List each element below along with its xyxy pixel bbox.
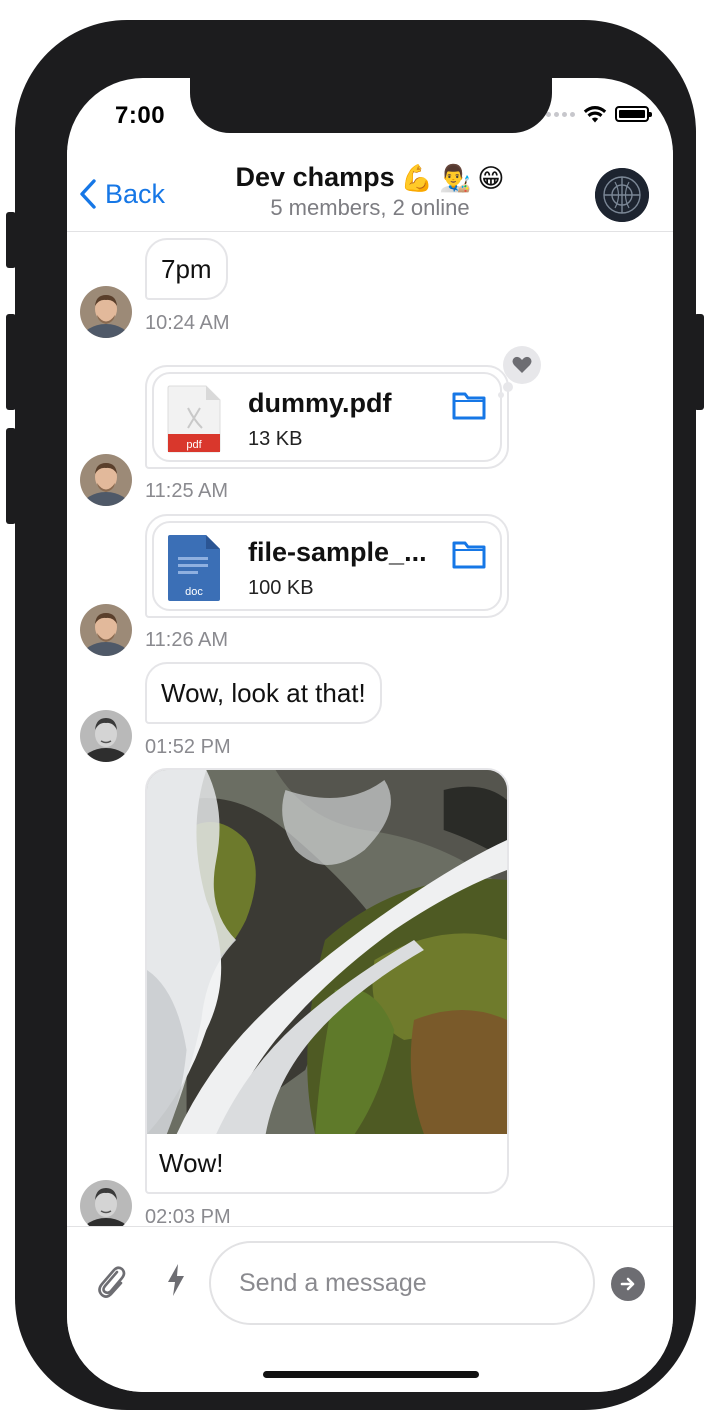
avatar-photo: [80, 710, 132, 762]
send-button[interactable]: [611, 1267, 645, 1301]
file-size: 100 KB: [248, 577, 314, 599]
channel-logo-icon: [595, 168, 649, 222]
message-input[interactable]: [209, 1241, 595, 1325]
message-timestamp: 01:52 PM: [145, 736, 231, 758]
emoji-grinning-face: 😁: [477, 162, 505, 193]
emoji-flexed-biceps: 💪: [400, 162, 433, 193]
arrow-right-icon: [620, 1277, 635, 1291]
title-block[interactable]: Dev champs 💪 👨‍🎨 😁 5 members, 2 online: [167, 162, 573, 221]
message-text: Wow, look at that!: [161, 677, 366, 708]
avatar[interactable]: [80, 710, 132, 762]
status-time: 7:00: [115, 102, 166, 129]
paperclip-icon[interactable]: [95, 1263, 127, 1299]
chat-title: Dev champs 💪 👨‍🎨 😁: [167, 162, 573, 193]
avatar-photo: [80, 286, 132, 338]
file-attachment-inner: doc file-sample_... 100 KB: [152, 521, 502, 611]
chevron-left-icon: [80, 179, 96, 209]
message-list[interactable]: 7pm 10:24 AM pdf dummy.pdf 13 KB 11:25 A…: [67, 232, 673, 1226]
file-name: dummy.pdf: [248, 388, 392, 418]
message-bubble[interactable]: 7pm: [145, 238, 228, 300]
file-attachment[interactable]: pdf dummy.pdf 13 KB: [145, 365, 509, 469]
chat-header: Back Dev champs 💪 👨‍🎨 😁 5 members, 2 onl…: [67, 150, 673, 232]
message-timestamp: 10:24 AM: [145, 312, 230, 334]
avatar[interactable]: [80, 604, 132, 656]
avatar[interactable]: [80, 454, 132, 506]
message-timestamp: 11:26 AM: [145, 629, 229, 651]
file-size: 13 KB: [248, 428, 303, 450]
notch: [190, 78, 552, 133]
avatar-photo: [80, 454, 132, 506]
folder-icon[interactable]: [452, 390, 486, 420]
reaction-tail: [503, 382, 513, 392]
message-text: 7pm: [161, 253, 212, 284]
emoji-artist: 👨‍🎨: [438, 162, 472, 193]
file-attachment[interactable]: doc file-sample_... 100 KB: [145, 514, 509, 618]
doc-label-icon: doc: [185, 586, 203, 598]
file-name: file-sample_...: [248, 537, 427, 567]
image-caption: Wow!: [159, 1148, 224, 1178]
message-bubble[interactable]: Wow, look at that!: [145, 662, 382, 724]
image-attachment[interactable]: Wow!: [145, 768, 509, 1194]
reaction-bubble[interactable]: [503, 346, 541, 384]
file-attachment-inner: pdf dummy.pdf 13 KB: [152, 372, 502, 462]
chat-subtitle: 5 members, 2 online: [270, 195, 470, 220]
chat-title-text: Dev champs: [235, 162, 395, 192]
avatar[interactable]: [80, 286, 132, 338]
pdf-file-icon: pdf: [167, 385, 221, 453]
waterfall-photo[interactable]: [147, 770, 507, 1134]
back-label: Back: [105, 178, 166, 209]
pdf-label-icon: pdf: [186, 439, 202, 451]
avatar[interactable]: [80, 1180, 132, 1226]
doc-file-icon: doc: [168, 535, 220, 601]
message-timestamp: 02:03 PM: [145, 1206, 231, 1226]
heart-icon: [512, 356, 532, 373]
message-timestamp: 11:25 AM: [145, 480, 229, 502]
battery-icon: [615, 106, 652, 122]
screen: 7:00 Back Dev champs 💪 👨‍: [67, 78, 673, 1392]
lightning-bolt-icon[interactable]: [165, 1263, 187, 1297]
wifi-icon: [583, 106, 607, 123]
back-button[interactable]: Back: [79, 178, 165, 210]
reaction-tail-dot: [498, 392, 504, 398]
cellular-signal-icon: [546, 111, 575, 117]
phone-frame: 7:00 Back Dev champs 💪 👨‍: [15, 20, 696, 1410]
home-indicator[interactable]: [263, 1371, 479, 1378]
avatar-photo: [80, 604, 132, 656]
message-composer: [67, 1226, 673, 1392]
status-icons: [546, 105, 652, 123]
avatar-photo: [80, 1180, 132, 1226]
folder-icon[interactable]: [452, 539, 486, 569]
channel-avatar[interactable]: [595, 168, 649, 222]
